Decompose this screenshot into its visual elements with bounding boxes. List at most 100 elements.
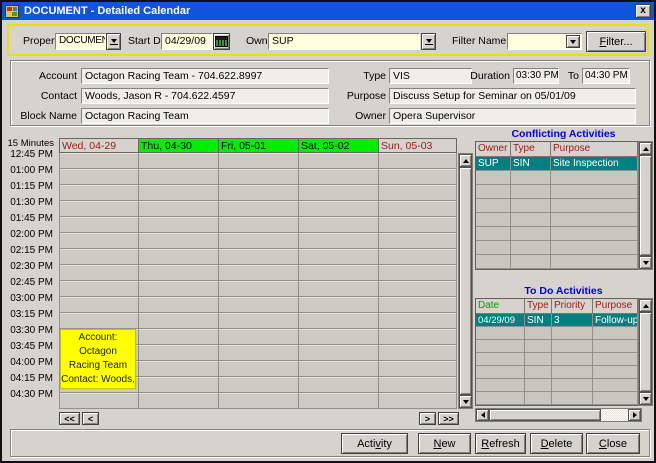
calendar-cell[interactable] xyxy=(60,153,138,169)
column-header[interactable]: Type xyxy=(511,142,551,157)
calendar-cell[interactable] xyxy=(299,361,378,377)
day-header[interactable]: Fri, 05-01 xyxy=(218,138,298,153)
owner-lov-button[interactable] xyxy=(421,33,436,50)
table-cell[interactable] xyxy=(593,392,638,405)
day-header[interactable]: Thu, 04-30 xyxy=(138,138,218,153)
table-cell[interactable] xyxy=(552,379,593,392)
table-cell[interactable] xyxy=(476,227,511,241)
calendar-cell[interactable] xyxy=(379,201,456,217)
calendar-next-button[interactable]: > xyxy=(419,412,436,425)
calendar-cell[interactable] xyxy=(219,201,298,217)
activity-button[interactable]: Activity xyxy=(341,433,408,454)
calendar-cell[interactable] xyxy=(379,249,456,265)
table-cell[interactable] xyxy=(476,366,525,379)
scroll-down-button[interactable] xyxy=(459,395,472,408)
day-header[interactable]: Sat, 05-02 xyxy=(298,138,378,153)
owner-field[interactable]: SUP xyxy=(268,33,420,50)
calendar-cell[interactable] xyxy=(299,393,378,409)
calendar-cell[interactable] xyxy=(299,185,378,201)
filter-button[interactable]: Filter... xyxy=(586,31,646,52)
table-cell[interactable] xyxy=(476,213,511,227)
table-cell[interactable] xyxy=(476,185,511,199)
block-name-field[interactable]: Octagon Racing Team xyxy=(81,108,329,124)
refresh-button[interactable]: Refresh xyxy=(475,433,526,454)
table-cell[interactable] xyxy=(593,327,638,340)
calendar-prev-button[interactable]: < xyxy=(82,412,99,425)
calendar-cell[interactable] xyxy=(139,345,218,361)
scrollbar-thumb[interactable] xyxy=(489,409,601,421)
property-lov-button[interactable] xyxy=(106,33,121,50)
calendar-cell[interactable] xyxy=(60,169,138,185)
calendar-cell[interactable] xyxy=(139,233,218,249)
table-cell[interactable]: SIN xyxy=(511,157,551,171)
table-cell[interactable] xyxy=(511,185,551,199)
calendar-cell[interactable] xyxy=(219,265,298,281)
calendar-cell[interactable] xyxy=(299,297,378,313)
calendar-cell[interactable] xyxy=(139,393,218,409)
calendar-cell[interactable] xyxy=(60,297,138,313)
calendar-cell[interactable] xyxy=(299,153,378,169)
new-button[interactable]: New xyxy=(418,433,471,454)
calendar-last-button[interactable]: >> xyxy=(438,412,459,425)
calendar-cell[interactable] xyxy=(60,233,138,249)
calendar-cell[interactable] xyxy=(139,297,218,313)
calendar-cell[interactable] xyxy=(379,281,456,297)
column-header[interactable]: Purpose xyxy=(551,142,638,157)
calendar-cell[interactable] xyxy=(379,329,456,345)
table-cell[interactable] xyxy=(593,366,638,379)
table-cell[interactable] xyxy=(551,185,638,199)
calendar-cell[interactable] xyxy=(219,377,298,393)
todo-vertical-scrollbar[interactable] xyxy=(638,298,653,406)
calendar-cell[interactable] xyxy=(299,377,378,393)
property-field[interactable]: DOCUMENT xyxy=(55,33,106,50)
column-header[interactable]: Purpose xyxy=(593,299,638,314)
calendar-cell[interactable] xyxy=(379,377,456,393)
scroll-up-button[interactable] xyxy=(639,299,652,312)
table-cell[interactable] xyxy=(476,171,511,185)
calendar-cell[interactable] xyxy=(60,313,138,329)
table-cell[interactable] xyxy=(551,227,638,241)
column-header[interactable]: Date xyxy=(476,299,525,314)
table-cell[interactable] xyxy=(476,241,511,255)
table-cell[interactable] xyxy=(511,241,551,255)
account-field[interactable]: Octagon Racing Team - 704.622.8997 xyxy=(81,68,329,84)
calendar-cell[interactable] xyxy=(139,281,218,297)
table-cell[interactable] xyxy=(551,241,638,255)
table-cell[interactable]: SIN xyxy=(525,314,552,327)
owner-name-field[interactable]: Opera Supervisor xyxy=(389,108,636,124)
calendar-cell[interactable] xyxy=(379,393,456,409)
calendar-cell[interactable] xyxy=(139,361,218,377)
scroll-down-button[interactable] xyxy=(639,392,652,405)
calendar-cell[interactable] xyxy=(299,217,378,233)
calendar-cell[interactable] xyxy=(219,153,298,169)
scroll-right-button[interactable] xyxy=(628,409,641,421)
calendar-cell[interactable] xyxy=(139,201,218,217)
table-cell[interactable] xyxy=(511,213,551,227)
calendar-cell[interactable] xyxy=(139,185,218,201)
table-cell[interactable] xyxy=(593,340,638,353)
table-cell[interactable] xyxy=(476,340,525,353)
calendar-cell[interactable] xyxy=(299,345,378,361)
table-cell[interactable] xyxy=(551,171,638,185)
calendar-cell[interactable] xyxy=(60,281,138,297)
table-cell[interactable] xyxy=(552,340,593,353)
calendar-cell[interactable] xyxy=(60,393,138,409)
scroll-down-button[interactable] xyxy=(639,256,652,269)
calendar-cell[interactable] xyxy=(299,233,378,249)
calendar-cell[interactable] xyxy=(299,169,378,185)
conflicting-scrollbar[interactable] xyxy=(638,141,653,270)
table-cell[interactable] xyxy=(552,392,593,405)
table-cell[interactable] xyxy=(476,392,525,405)
calendar-cell[interactable] xyxy=(379,265,456,281)
calendar-cell[interactable] xyxy=(219,249,298,265)
table-cell[interactable] xyxy=(552,366,593,379)
calendar-cell[interactable] xyxy=(219,217,298,233)
table-cell[interactable] xyxy=(552,353,593,366)
table-cell[interactable]: 3 xyxy=(552,314,593,327)
scrollbar-thumb[interactable] xyxy=(639,155,652,256)
filter-name-combobox[interactable] xyxy=(507,33,582,50)
calendar-cell[interactable] xyxy=(299,265,378,281)
calendar-cell[interactable] xyxy=(299,313,378,329)
day-header[interactable]: Sun, 05-03 xyxy=(378,138,457,153)
scrollbar-thumb[interactable] xyxy=(639,312,652,392)
